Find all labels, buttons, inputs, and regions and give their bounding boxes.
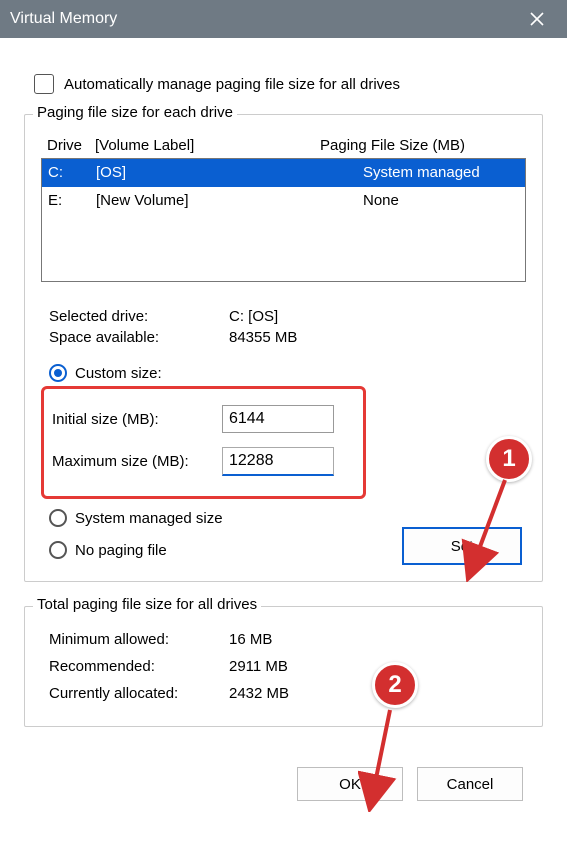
drive-size: None bbox=[319, 189, 519, 213]
cancel-button[interactable]: Cancel bbox=[417, 767, 523, 801]
minimum-allowed-row: Minimum allowed: 16 MB bbox=[49, 631, 526, 648]
window-title: Virtual Memory bbox=[10, 10, 517, 28]
selected-drive-label: Selected drive: bbox=[49, 308, 229, 325]
drive-list[interactable]: C: [OS] System managed E: [New Volume] N… bbox=[41, 158, 526, 282]
selected-drive-value: C: [OS] bbox=[229, 308, 526, 325]
close-button[interactable] bbox=[517, 0, 557, 38]
custom-size-highlight: Initial size (MB): Maximum size (MB): bbox=[41, 386, 366, 499]
initial-size-input[interactable] bbox=[222, 405, 334, 433]
col-head-drive: Drive bbox=[47, 137, 95, 154]
drive-label: [OS] bbox=[96, 161, 319, 185]
drive-row-c[interactable]: C: [OS] System managed bbox=[42, 159, 525, 187]
drive-list-header: Drive [Volume Label] Paging File Size (M… bbox=[41, 133, 526, 158]
maximum-size-label: Maximum size (MB): bbox=[52, 453, 222, 470]
maximum-size-row: Maximum size (MB): bbox=[52, 447, 355, 476]
space-available-row: Space available: 84355 MB bbox=[49, 329, 526, 346]
auto-manage-label: Automatically manage paging file size fo… bbox=[64, 76, 400, 93]
title-bar: Virtual Memory bbox=[0, 0, 567, 38]
radio-sysman-dot[interactable] bbox=[49, 509, 67, 527]
col-head-size: Paging File Size (MB) bbox=[320, 137, 520, 154]
initial-size-label: Initial size (MB): bbox=[52, 411, 222, 428]
drive-label: [New Volume] bbox=[96, 189, 319, 213]
currently-allocated-label: Currently allocated: bbox=[49, 685, 229, 702]
annotation-badge-1: 1 bbox=[486, 436, 532, 482]
col-head-label: [Volume Label] bbox=[95, 137, 320, 154]
radio-nopage-label: No paging file bbox=[75, 542, 167, 559]
total-paging-group: Total paging file size for all drives Mi… bbox=[24, 606, 543, 727]
paging-per-drive-group: Paging file size for each drive Drive [V… bbox=[24, 114, 543, 582]
radio-custom-dot[interactable] bbox=[49, 364, 67, 382]
radio-custom-label: Custom size: bbox=[75, 365, 162, 382]
radio-sysman-label: System managed size bbox=[75, 510, 223, 527]
maximum-size-input[interactable] bbox=[222, 447, 334, 476]
space-available-value: 84355 MB bbox=[229, 329, 526, 346]
dialog-buttons: OK Cancel bbox=[24, 751, 543, 801]
paging-per-drive-legend: Paging file size for each drive bbox=[33, 104, 237, 121]
radio-system-managed[interactable]: System managed size bbox=[49, 509, 526, 527]
radio-nopage-dot[interactable] bbox=[49, 541, 67, 559]
minimum-allowed-label: Minimum allowed: bbox=[49, 631, 229, 648]
drive-letter: E: bbox=[48, 189, 96, 213]
set-button[interactable]: Set bbox=[402, 527, 522, 565]
annotation-badge-2: 2 bbox=[372, 662, 418, 708]
minimum-allowed-value: 16 MB bbox=[229, 631, 526, 648]
recommended-row: Recommended: 2911 MB bbox=[49, 658, 526, 675]
drive-row-e[interactable]: E: [New Volume] None bbox=[42, 187, 525, 215]
drive-letter: C: bbox=[48, 161, 96, 185]
recommended-label: Recommended: bbox=[49, 658, 229, 675]
space-available-label: Space available: bbox=[49, 329, 229, 346]
auto-manage-row[interactable]: Automatically manage paging file size fo… bbox=[34, 74, 543, 94]
drive-size: System managed bbox=[319, 161, 519, 185]
ok-button[interactable]: OK bbox=[297, 767, 403, 801]
initial-size-row: Initial size (MB): bbox=[52, 405, 355, 433]
radio-custom-size[interactable]: Custom size: bbox=[49, 364, 526, 382]
selected-drive-row: Selected drive: C: [OS] bbox=[49, 308, 526, 325]
total-paging-legend: Total paging file size for all drives bbox=[33, 596, 261, 613]
close-icon bbox=[530, 12, 544, 26]
currently-allocated-row: Currently allocated: 2432 MB bbox=[49, 685, 526, 702]
auto-manage-checkbox[interactable] bbox=[34, 74, 54, 94]
